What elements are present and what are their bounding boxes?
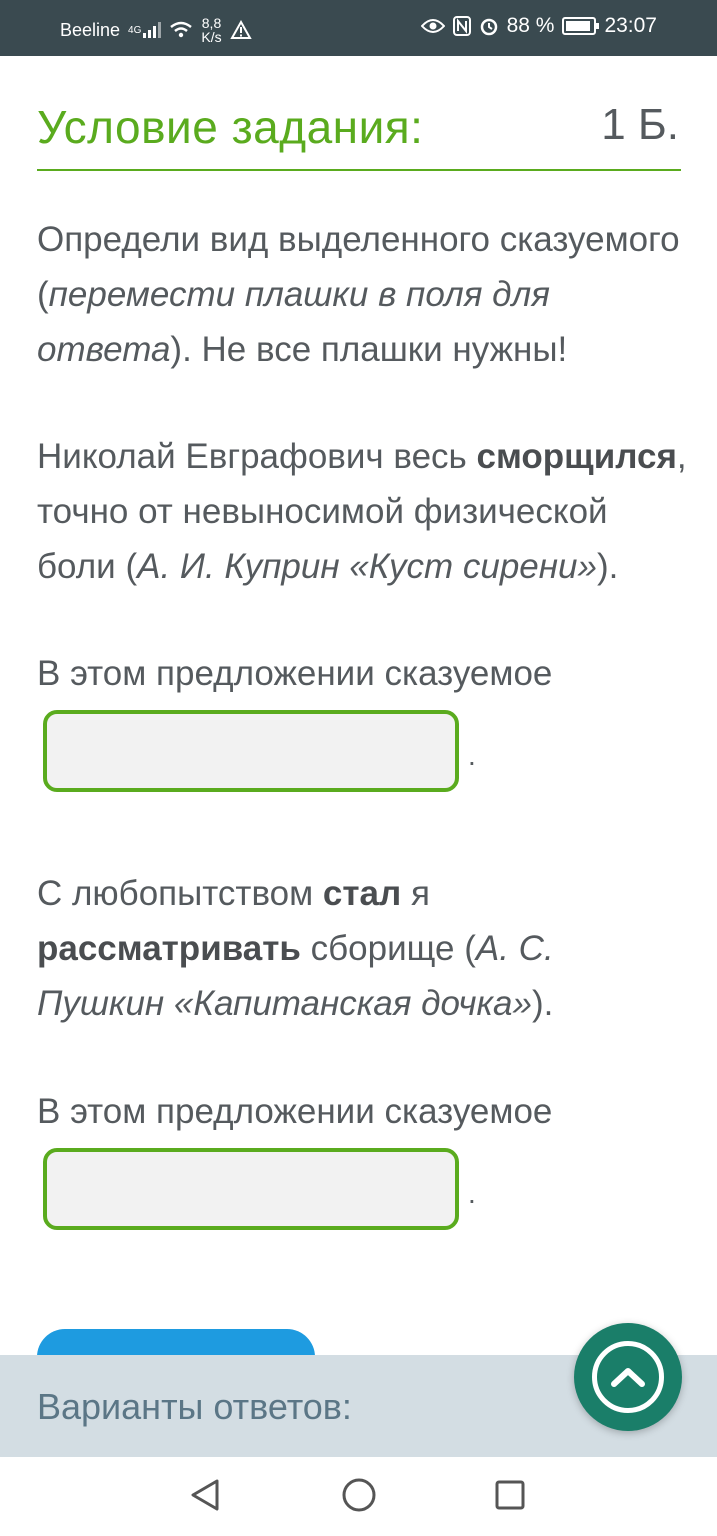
- answer-dropzone-2[interactable]: [43, 1148, 459, 1230]
- sentence-2-end: ).: [532, 984, 554, 1023]
- sentence-2-text-2: я: [401, 874, 430, 913]
- scroll-up-button[interactable]: [574, 1323, 682, 1431]
- sentence-1-predicate: сморщился: [476, 437, 677, 476]
- task-points: 1 Б.: [601, 100, 679, 149]
- system-nav-bar: [0, 1457, 717, 1536]
- answers-label: Варианты ответов:: [37, 1386, 352, 1427]
- sentence-2-predicate-1: стал: [322, 874, 402, 913]
- prompt-2: В этом предложении сказуемое: [37, 1092, 553, 1131]
- instruction-text-end: ). Не все плашки нужны!: [170, 330, 568, 369]
- task-title: Условие задания:: [37, 101, 424, 153]
- home-icon[interactable]: [339, 1475, 379, 1515]
- carrier-name: Beeline: [60, 19, 121, 40]
- sentence-2-predicate-2: рассматривать: [37, 929, 301, 968]
- sentence-1-text: Николай Евграфович весь: [37, 437, 477, 476]
- battery-icon: [562, 17, 600, 35]
- speed-unit: K/s: [201, 29, 222, 45]
- nfc-icon: [452, 16, 471, 36]
- signal-icon: 4G: [128, 22, 162, 38]
- answer-dropzone-1[interactable]: [43, 710, 459, 792]
- alarm-icon: [479, 16, 499, 36]
- chevron-up-icon: [592, 1341, 664, 1413]
- back-icon[interactable]: [185, 1475, 225, 1515]
- status-left: Beeline 4G 8,8 K/s: [60, 16, 252, 44]
- status-bar: Beeline 4G 8,8 K/s 88 % 23:07: [0, 0, 717, 56]
- sentence-1-end: ).: [596, 547, 619, 586]
- period-1: .: [468, 740, 476, 771]
- sentence-1-source: А. И. Куприн «Куст сирени»: [137, 547, 597, 586]
- prompt-1: В этом предложении сказуемое: [37, 654, 553, 693]
- warning-icon: [229, 20, 252, 40]
- period-2: .: [468, 1178, 476, 1209]
- sentence-2: С любопытством стал я рассматривать сбор…: [37, 866, 687, 1031]
- task-instruction: Определи вид выделенного сказуемого (пер…: [37, 212, 687, 377]
- status-right: 88 % 23:07: [420, 14, 657, 38]
- network-type: 4G: [128, 24, 142, 36]
- clock: 23:07: [604, 14, 657, 37]
- battery-percent: 88 %: [506, 14, 555, 37]
- sentence-1: Николай Евграфович весь сморщился, точно…: [37, 429, 687, 594]
- network-speed: 8,8 K/s: [201, 16, 221, 44]
- recents-icon[interactable]: [490, 1475, 530, 1515]
- wifi-icon: [169, 21, 193, 39]
- sentence-2-text-3: сборище (: [300, 929, 476, 968]
- eye-icon: [420, 18, 445, 34]
- sentence-2-text: С любопытством: [37, 874, 323, 913]
- title-divider: [37, 169, 681, 171]
